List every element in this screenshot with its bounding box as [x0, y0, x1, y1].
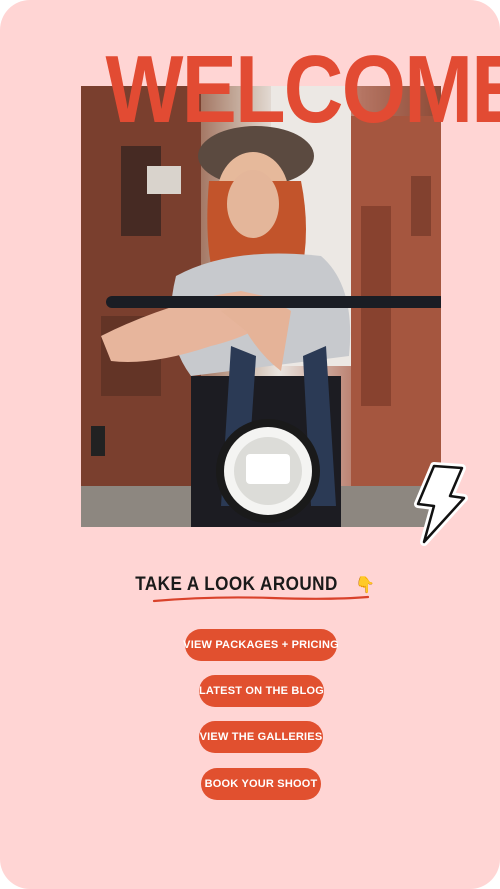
view-packages-button[interactable]: VIEW PACKAGES + PRICING [183, 629, 339, 661]
pointing-down-icon: 👇 [355, 577, 376, 594]
book-shoot-button[interactable]: BOOK YOUR SHOOT [201, 768, 321, 800]
page-card: WELCOME TAKE A LOOK AROUND 👇 VIEW PACKAGE… [0, 0, 500, 889]
title-underline [152, 595, 370, 603]
latest-blog-button[interactable]: LATEST ON THE BLOG [199, 675, 324, 707]
hero-photo-art [81, 86, 441, 527]
view-galleries-button[interactable]: VIEW THE GALLERIES [199, 721, 323, 753]
lightning-bolt-icon [414, 462, 468, 546]
welcome-heading: WELCOME [105, 36, 500, 143]
hero-photo [81, 86, 441, 527]
